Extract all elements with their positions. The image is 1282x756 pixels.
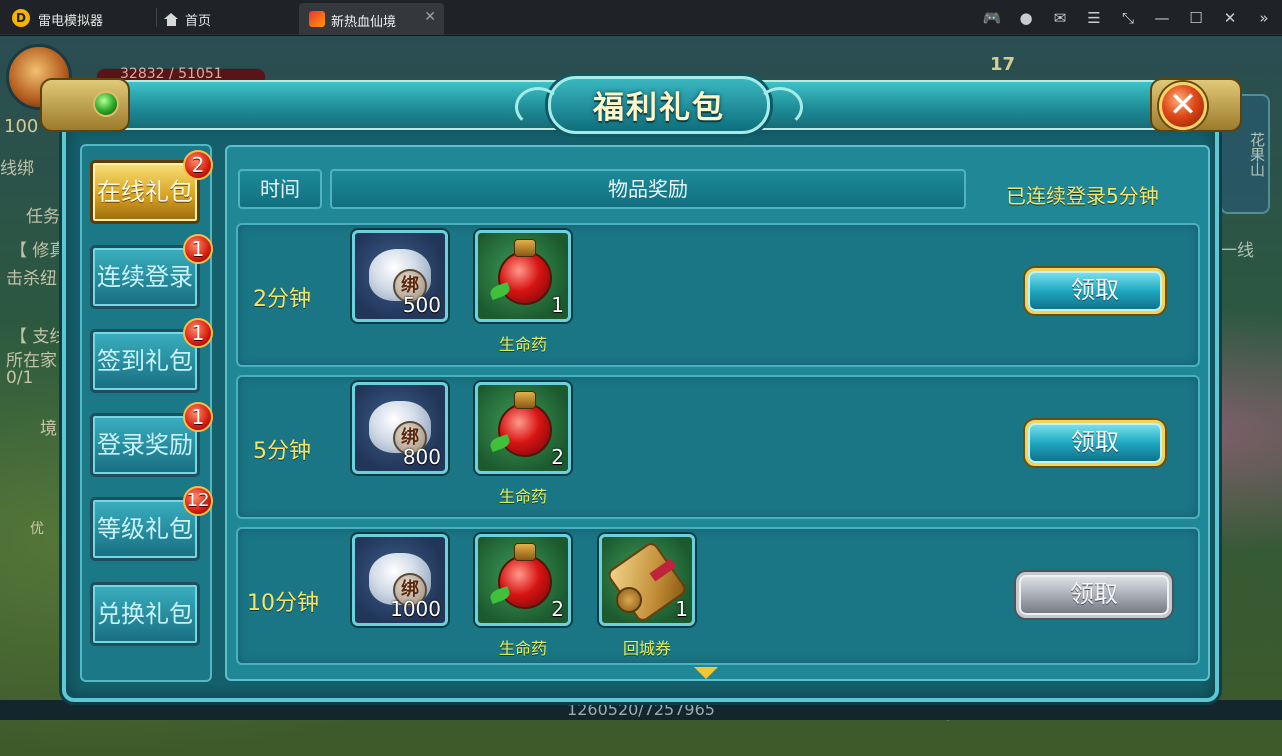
item-quantity: 2 (551, 597, 564, 621)
scroll-roll (616, 587, 642, 613)
item-quantity: 800 (402, 445, 441, 469)
item-quantity: 500 (402, 293, 441, 317)
health-potion-item[interactable]: 2 (475, 534, 571, 626)
close-window-icon[interactable]: ✕ (1220, 8, 1240, 28)
minimize-icon[interactable]: — (1152, 8, 1172, 28)
side-quest-progress: 0/1 (6, 368, 34, 388)
reward-time-label: 10分钟 (247, 591, 319, 616)
dialog-title: 福利礼包 (593, 90, 725, 126)
health-potion-item[interactable]: 1 (475, 230, 571, 322)
maximize-icon[interactable]: ☐ (1186, 8, 1206, 28)
user-account-icon[interactable]: ● (1016, 8, 1036, 28)
tab-login-reward-badge: 1 (183, 402, 213, 432)
online-duration-status: 已连续登录5分钟 (1006, 184, 1159, 208)
tab-level-gift-badge: 12 (183, 486, 213, 516)
tab-game-label: 新热血仙境 (331, 15, 397, 30)
emulator-logo-icon: D (12, 9, 30, 27)
channel-line-label[interactable]: 一线 (1220, 236, 1254, 261)
tab-divider (156, 8, 157, 27)
column-header-rewards: 物品奖励 (330, 169, 966, 209)
item-quantity: 1 (675, 597, 688, 621)
health-potion-item[interactable]: 2 (475, 382, 571, 474)
dialog-close-button[interactable]: ✕ (1159, 82, 1207, 130)
scroll-down-arrow-icon[interactable] (694, 667, 718, 679)
item-name: 生命药 (498, 487, 547, 506)
potion-icon (498, 403, 552, 457)
item-quantity: 1000 (390, 597, 441, 621)
green-gem-icon (93, 91, 119, 117)
home-icon (164, 13, 179, 26)
emulator-app-name: 雷电模拟器 (38, 14, 104, 29)
bound-silver-item[interactable]: 绑 800 (352, 382, 448, 474)
item-name: 回城券 (622, 639, 671, 658)
potion-neck (514, 391, 536, 409)
item-name: 生命药 (498, 639, 547, 658)
item-quantity: 1 (551, 293, 564, 317)
quest-tab-label[interactable]: 任务 (26, 202, 60, 227)
return-city-scroll-item[interactable]: 1 (599, 534, 695, 626)
tab-home[interactable]: 首页 (164, 0, 211, 35)
claim-button-disabled[interactable]: 领取 (1016, 572, 1172, 618)
quest-item-desc: 击杀纽 (6, 269, 57, 289)
side-quest-title[interactable]: 【 支线 (10, 322, 66, 347)
gamepad-icon[interactable]: 🎮 (982, 8, 1002, 28)
reward-time-label: 5分钟 (253, 439, 311, 464)
potion-neck (514, 543, 536, 561)
potion-icon (498, 251, 552, 305)
game-app-icon (309, 11, 325, 27)
tab-sign-in-gift-badge: 1 (183, 318, 213, 348)
shrink-window-icon[interactable]: ⤡ (1118, 8, 1138, 28)
potion-icon (498, 555, 552, 609)
claim-button[interactable]: 领取 (1025, 268, 1165, 314)
item-name: 生命药 (498, 335, 547, 354)
experience-text: 1260520/7257965 (567, 700, 715, 719)
settings-gear-label[interactable]: 优 (30, 518, 44, 538)
tab-online-gift-badge: 2 (183, 150, 213, 180)
item-quantity: 2 (551, 445, 564, 469)
bound-silver-item[interactable]: 绑 1000 (352, 534, 448, 626)
bound-silver-item[interactable]: 绑 500 (352, 230, 448, 322)
quest-tag: 线绑 (0, 159, 34, 179)
quest-item-title[interactable]: 【 修真 (10, 236, 66, 261)
reward-time-label: 2分钟 (253, 287, 311, 312)
tab-redeem-gift[interactable]: 兑换礼包 (90, 582, 200, 646)
tab-home-label: 首页 (185, 14, 212, 29)
side-toolbar-toggle-icon[interactable]: » (1254, 8, 1274, 28)
potion-neck (514, 239, 536, 257)
mail-icon[interactable]: ✉ (1050, 8, 1070, 28)
tab-consecutive-login-badge: 1 (183, 234, 213, 264)
claim-button[interactable]: 领取 (1025, 420, 1165, 466)
column-header-time: 时间 (238, 169, 322, 209)
top-right-counter: 17 (990, 54, 1016, 75)
emulator-titlebar: D 雷电模拟器 首页 新热血仙境 ✕ 🎮 ● ✉ ☰ ⤡ — ☐ ✕ » (0, 0, 1282, 35)
realm-button-label[interactable]: 境 (40, 414, 57, 439)
player-level: 100 (4, 116, 39, 137)
menu-icon[interactable]: ☰ (1084, 8, 1104, 28)
tab-close-icon[interactable]: ✕ (424, 9, 436, 25)
tab-game[interactable]: 新热血仙境 ✕ (299, 3, 444, 35)
